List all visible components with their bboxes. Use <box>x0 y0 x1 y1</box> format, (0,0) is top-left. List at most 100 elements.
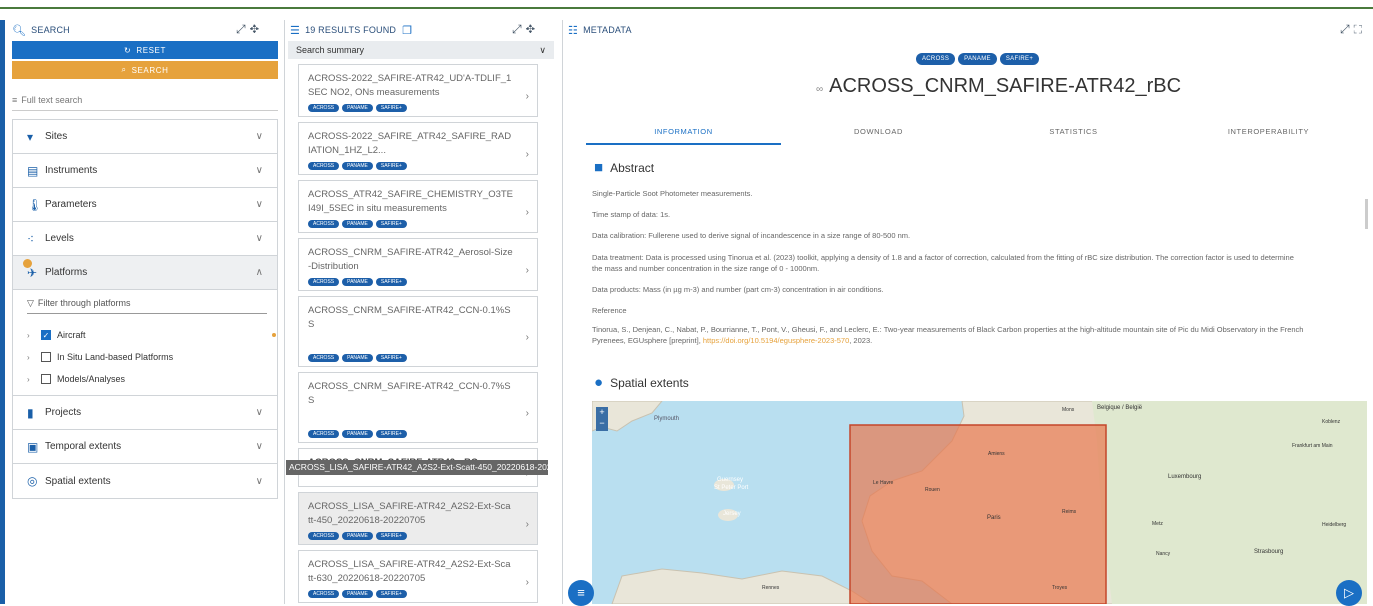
chevron-down-icon: ∨ <box>255 131 263 142</box>
tag-badge[interactable]: SAFIRE+ <box>375 590 407 598</box>
reset-button[interactable]: ↻ RESET <box>12 41 278 59</box>
move-icon[interactable]: ✥ <box>250 22 263 36</box>
result-title: ACROSS_LISA_SAFIRE-ATR42_A2S2-Ext-Scatt-… <box>308 501 511 526</box>
map-label: Guernsey <box>717 477 744 483</box>
tag-badge[interactable]: SAFIRE+ <box>999 53 1040 65</box>
document-icon: ☷ <box>568 24 579 37</box>
tab-download[interactable]: DOWNLOAD <box>781 125 976 145</box>
tag-badge[interactable]: PANAME <box>342 354 373 362</box>
result-card[interactable]: ACROSS_ATR42_SAFIRE_CHEMISTRY_O3TEI49I_5… <box>298 180 538 233</box>
result-card[interactable]: ACROSS_CNRM_SAFIRE-ATR42_CCN-0.7%SS › ACRO… <box>298 372 538 443</box>
tag-badge[interactable]: SAFIRE+ <box>375 220 407 228</box>
map-label: Mons <box>1062 407 1075 413</box>
tag-badge[interactable]: PANAME <box>342 104 373 112</box>
tag-badge[interactable]: ACROSS <box>308 162 340 170</box>
result-card[interactable]: ACROSS-2022_SAFIRE_ATR42_SAFIRE_RADIATIO… <box>298 122 538 175</box>
tag-badge[interactable]: SAFIRE+ <box>375 162 407 170</box>
results-panel: Search summary ∨ ACROSS-2022_SAFIRE-ATR42… <box>288 41 554 604</box>
result-tags: ACROSS PANAME SAFIRE+ <box>308 590 529 598</box>
tag-badge[interactable]: PANAME <box>958 53 997 65</box>
tab-interoperability[interactable]: INTEROPERABILITY <box>1171 125 1366 145</box>
tree-item-in-situ[interactable]: › In Situ Land-based Platforms <box>27 346 265 368</box>
zoom-out-button[interactable]: − <box>596 418 608 429</box>
maximize-icon[interactable]: ⤢ <box>1340 22 1354 36</box>
expand-icon[interactable]: › <box>27 331 41 340</box>
facet-temporal[interactable]: ▣ Temporal extents ∨ <box>13 430 277 464</box>
tag-badge[interactable]: SAFIRE+ <box>375 278 407 286</box>
result-card[interactable]: ACROSS_CNRM_SAFIRE-ATR42_Aerosol-Size-Di… <box>298 238 538 291</box>
map-label: St Peter Port <box>714 485 749 491</box>
tree-item-models[interactable]: › Models/Analyses <box>27 368 265 390</box>
search-button[interactable]: ⌕ SEARCH <box>12 61 278 79</box>
tag-badge[interactable]: SAFIRE+ <box>375 354 407 362</box>
action-fab-button[interactable]: ▷ <box>1336 580 1362 606</box>
results-panel-tools[interactable]: ⤢✥ <box>512 22 539 37</box>
tag-badge[interactable]: SAFIRE+ <box>375 430 407 438</box>
search-panel-header: 🔍︎ SEARCH <box>12 24 70 37</box>
abstract-line: Data calibration: Fullerene used to deri… <box>592 231 911 240</box>
filter-icon: ▽ <box>27 298 34 308</box>
menu-fab-button[interactable]: ≡ <box>568 580 594 606</box>
checkbox[interactable] <box>41 374 51 384</box>
tag-badge[interactable]: ACROSS <box>308 278 340 286</box>
platform-filter-input[interactable]: ▽ Filter through platforms <box>27 298 267 314</box>
tag-badge[interactable]: ACROSS <box>308 354 340 362</box>
result-card[interactable]: ACROSS_LISA_SAFIRE-ATR42_A2S2-Ext-Scatt-… <box>298 550 538 603</box>
result-tags: ACROSS PANAME SAFIRE+ <box>308 220 529 228</box>
result-tooltip: ACROSS_LISA_SAFIRE-ATR42_A2S2-Ext-Scatt-… <box>286 460 548 475</box>
search-summary-dropdown[interactable]: Search summary ∨ <box>288 41 554 59</box>
facet-platforms[interactable]: ✈ Platforms ∧ <box>13 256 277 290</box>
play-icon: ▷ <box>1344 585 1354 600</box>
result-card[interactable]: ACROSS_CNRM_SAFIRE-ATR42_CCN-0.1%SS › ACRO… <box>298 296 538 367</box>
tag-badge[interactable]: ACROSS <box>308 220 340 228</box>
tag-badge[interactable]: PANAME <box>342 430 373 438</box>
tag-badge[interactable]: ACROSS <box>308 104 340 112</box>
project-tags: ACROSS PANAME SAFIRE+ <box>916 53 1040 65</box>
scrollbar[interactable] <box>1365 199 1368 229</box>
zoom-in-button[interactable]: + <box>596 407 608 418</box>
tag-badge[interactable]: PANAME <box>342 590 373 598</box>
fullscreen-icon[interactable]: ⛶ <box>1354 22 1366 36</box>
facet-sites[interactable]: ▾ Sites ∨ <box>13 120 277 154</box>
move-icon[interactable]: ✥ <box>526 22 539 36</box>
metadata-panel-tools[interactable]: ⤢⛶ <box>1340 22 1366 37</box>
tag-badge[interactable]: PANAME <box>342 162 373 170</box>
tag-badge[interactable]: ACROSS <box>916 53 956 65</box>
tab-statistics[interactable]: STATISTICS <box>976 125 1171 145</box>
tag-badge[interactable]: SAFIRE+ <box>375 104 407 112</box>
result-tags: ACROSS PANAME SAFIRE+ <box>308 532 529 540</box>
facet-projects[interactable]: ▮ Projects ∨ <box>13 396 277 430</box>
menu-icon: ≡ <box>577 585 585 600</box>
tag-badge[interactable]: ACROSS <box>308 430 340 438</box>
chevron-right-icon: › <box>525 331 529 343</box>
link-icon[interactable]: ∞ <box>816 84 823 95</box>
maximize-icon[interactable]: ⤢ <box>512 22 526 36</box>
reference-link[interactable]: https://doi.org/10.5194/egusphere-2023-5… <box>703 336 849 345</box>
map-label: Metz <box>1152 521 1163 527</box>
facet-parameters[interactable]: 🌡︎ Parameters ∨ <box>13 188 277 222</box>
result-card[interactable]: ACROSS-2022_SAFIRE-ATR42_UD'A-TDLIF_1SEC… <box>298 64 538 117</box>
facet-levels[interactable]: ⁖ Levels ∨ <box>13 222 277 256</box>
tree-item-aircraft[interactable]: › ✓ Aircraft <box>27 324 276 346</box>
expand-icon[interactable]: › <box>27 375 41 384</box>
tag-badge[interactable]: SAFIRE+ <box>375 532 407 540</box>
result-card[interactable]: ACROSS_LISA_SAFIRE-ATR42_A2S2-Ext-Scatt-… <box>298 492 538 545</box>
search-panel-tools[interactable]: ⤢✥ <box>236 22 263 37</box>
tag-badge[interactable]: ACROSS <box>308 590 340 598</box>
maximize-icon[interactable]: ⤢ <box>236 22 250 36</box>
divider <box>284 20 285 604</box>
tag-badge[interactable]: ACROSS <box>308 532 340 540</box>
expand-icon[interactable]: › <box>27 353 41 362</box>
tag-badge[interactable]: PANAME <box>342 220 373 228</box>
chevron-right-icon: › <box>525 148 529 160</box>
spatial-map[interactable]: Plymouth Guernsey St Peter Port Jersey L… <box>592 401 1367 604</box>
copy-icon[interactable]: ❐ <box>402 24 412 37</box>
tab-information[interactable]: INFORMATION <box>586 125 781 145</box>
full-text-search-input[interactable]: ≡ Full text search <box>12 89 278 111</box>
tag-badge[interactable]: PANAME <box>342 532 373 540</box>
facet-instruments[interactable]: ▤ Instruments ∨ <box>13 154 277 188</box>
checkbox[interactable] <box>41 352 51 362</box>
facet-spatial[interactable]: ◎ Spatial extents ∨ <box>13 464 277 498</box>
tag-badge[interactable]: PANAME <box>342 278 373 286</box>
checkbox-checked[interactable]: ✓ <box>41 330 51 340</box>
